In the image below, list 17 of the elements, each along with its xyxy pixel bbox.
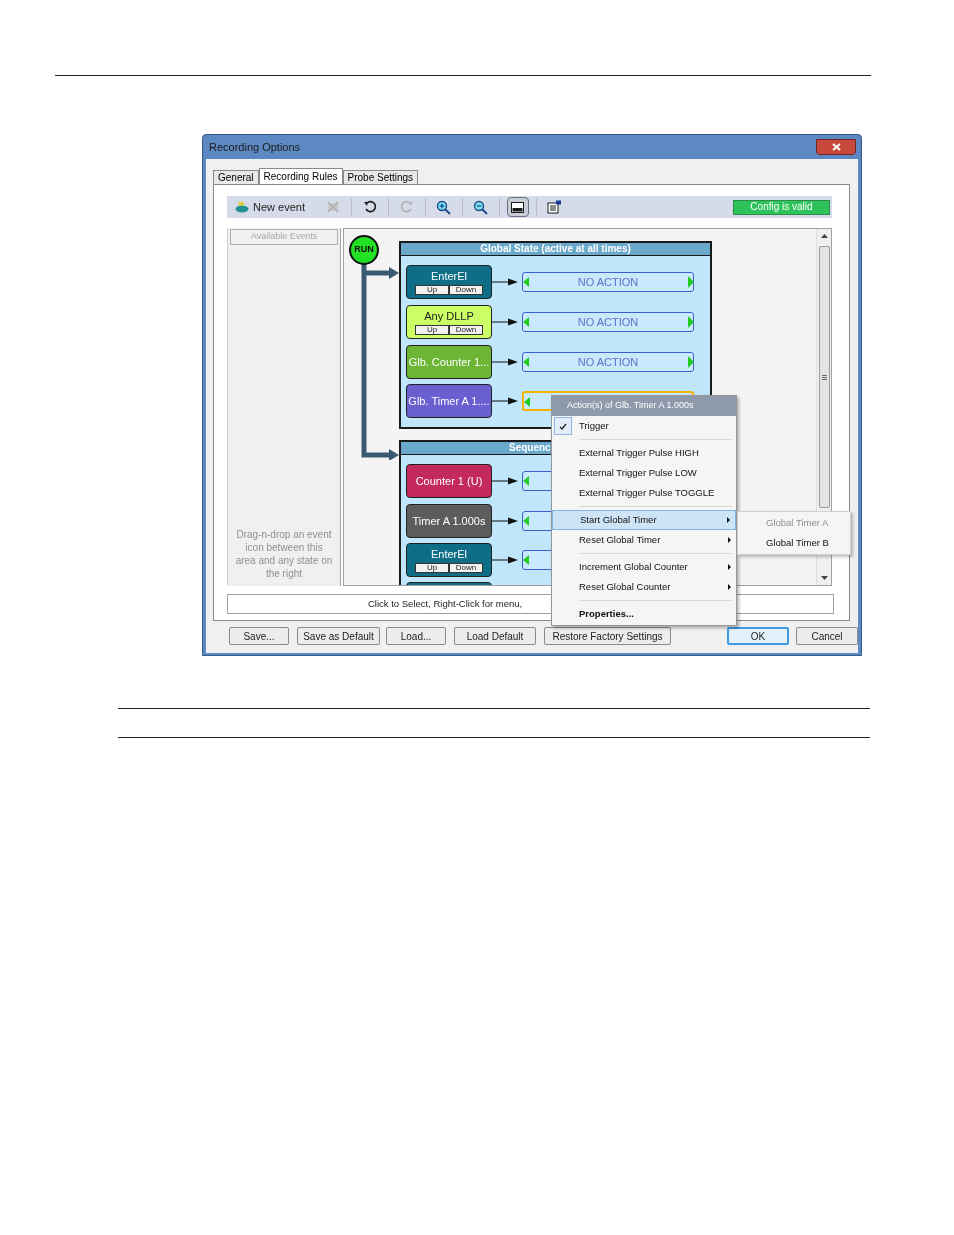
action-label: NO ACTION — [577, 276, 639, 288]
event-label: EnterEl — [430, 269, 468, 283]
state-header: Global State (active at all times) — [401, 243, 710, 256]
window-title: Recording Options — [209, 139, 301, 155]
event-label: Glb. Timer A 1.... — [408, 394, 490, 408]
event-label: Timer A 1.000s — [412, 514, 486, 528]
config-status: Config is valid — [733, 199, 830, 215]
event-label: Glb. Counter 1... — [408, 355, 490, 369]
event-label: Counter 1 (U) — [415, 474, 483, 488]
panel-heading: Available Events — [230, 229, 338, 245]
menu-title: Action(s) of Glb. Timer A 1.000s — [552, 396, 736, 416]
drop-hint: Drag-n-drop an event icon between this area and any state on the right — [234, 528, 334, 580]
event-label: Any DLLP — [424, 309, 474, 323]
start-node: RUN — [349, 235, 379, 265]
action-label: NO ACTION — [577, 356, 639, 368]
event-label: EnterEl — [430, 547, 468, 561]
action-label: NO ACTION — [577, 316, 639, 328]
